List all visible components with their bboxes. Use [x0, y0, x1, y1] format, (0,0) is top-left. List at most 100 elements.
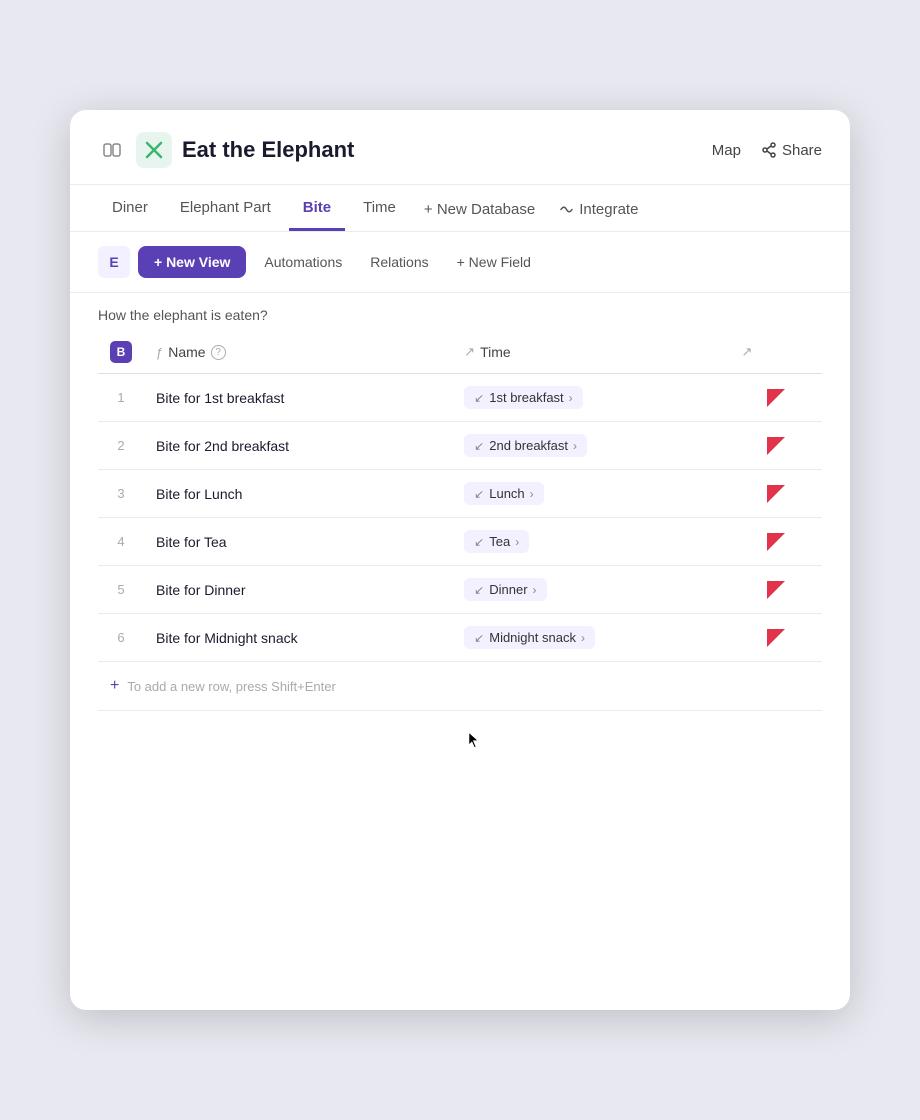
tab-bite[interactable]: Bite: [289, 185, 345, 231]
row-number: 1: [110, 390, 132, 405]
row-number: 2: [110, 438, 132, 453]
table-container: B ƒ Name ? ↗ Time: [70, 331, 850, 1010]
row-time-cell[interactable]: ↙ 1st breakfast ›: [452, 374, 729, 422]
time-tag[interactable]: ↙ 1st breakfast ›: [464, 386, 583, 409]
time-tag-label: Midnight snack: [489, 630, 576, 645]
add-row-plus-icon: +: [110, 677, 119, 695]
time-tag[interactable]: ↙ Midnight snack ›: [464, 626, 595, 649]
time-tag-label: 1st breakfast: [489, 390, 563, 405]
add-row-cell[interactable]: + To add a new row, press Shift+Enter: [98, 662, 822, 711]
row-num-cell: 2: [98, 422, 144, 470]
tab-new-database[interactable]: + New Database: [414, 187, 545, 230]
new-view-button[interactable]: + New View: [138, 246, 246, 278]
col-header-extra: ↗: [730, 331, 822, 374]
time-tag[interactable]: ↙ 2nd breakfast ›: [464, 434, 587, 457]
time-tag-label: 2nd breakfast: [489, 438, 568, 453]
table-row: 1 Bite for 1st breakfast ↙ 1st breakfast…: [98, 374, 822, 422]
header-right: Map Share: [712, 142, 822, 159]
time-tag-icon: ↙: [474, 439, 484, 453]
add-row[interactable]: + To add a new row, press Shift+Enter: [98, 662, 822, 711]
app-title: Eat the Elephant: [182, 137, 354, 163]
name-help-icon[interactable]: ?: [211, 345, 226, 360]
flag-icon: [767, 629, 785, 647]
time-tag[interactable]: ↙ Tea ›: [464, 530, 529, 553]
flag-icon: [767, 581, 785, 599]
row-number: 4: [110, 534, 132, 549]
name-col-icon: ƒ: [156, 345, 163, 360]
row-name-cell[interactable]: Bite for 1st breakfast: [144, 374, 452, 422]
map-button[interactable]: Map: [712, 142, 741, 159]
table-header-row: B ƒ Name ? ↗ Time: [98, 331, 822, 374]
row-name-cell[interactable]: Bite for 2nd breakfast: [144, 422, 452, 470]
row-num-cell: 4: [98, 518, 144, 566]
row-num-cell: 5: [98, 566, 144, 614]
add-row-hint: To add a new row, press Shift+Enter: [127, 679, 335, 694]
cursor-area: [98, 711, 822, 791]
col-header-b: B: [98, 331, 144, 374]
row-num-cell: 3: [98, 470, 144, 518]
row-flag-cell: [730, 518, 822, 566]
relations-button[interactable]: Relations: [360, 246, 438, 278]
new-field-button[interactable]: + New Field: [447, 246, 541, 278]
row-time-cell[interactable]: ↙ Lunch ›: [452, 470, 729, 518]
time-tag-icon: ↙: [474, 631, 484, 645]
row-name-cell[interactable]: Bite for Midnight snack: [144, 614, 452, 662]
time-tag-label: Tea: [489, 534, 510, 549]
tab-elephant-part[interactable]: Elephant Part: [166, 185, 285, 231]
app-window: Eat the Elephant Map Share Diner Elephan…: [70, 110, 850, 1010]
table-row: 4 Bite for Tea ↙ Tea ›: [98, 518, 822, 566]
row-flag-cell: [730, 422, 822, 470]
time-tag-arrow: ›: [581, 631, 585, 645]
time-tag-arrow: ›: [569, 391, 573, 405]
row-flag-cell: [730, 470, 822, 518]
tab-time[interactable]: Time: [349, 185, 410, 231]
table-description: How the elephant is eaten?: [70, 293, 850, 331]
extra-col-icon: ↗: [742, 344, 753, 360]
row-name-cell[interactable]: Bite for Tea: [144, 518, 452, 566]
toolbar: E + New View Automations Relations + New…: [70, 232, 850, 293]
time-tag[interactable]: ↙ Dinner ›: [464, 578, 546, 601]
col-header-time: ↗ Time: [452, 331, 729, 374]
row-time-cell[interactable]: ↙ Dinner ›: [452, 566, 729, 614]
time-tag-icon: ↙: [474, 535, 484, 549]
row-number: 3: [110, 486, 132, 501]
row-time-cell[interactable]: ↙ 2nd breakfast ›: [452, 422, 729, 470]
row-flag-cell: [730, 614, 822, 662]
row-name-cell[interactable]: Bite for Dinner: [144, 566, 452, 614]
row-num-cell: 1: [98, 374, 144, 422]
row-name-cell[interactable]: Bite for Lunch: [144, 470, 452, 518]
header: Eat the Elephant Map Share: [70, 110, 850, 185]
table-row: 2 Bite for 2nd breakfast ↙ 2nd breakfast…: [98, 422, 822, 470]
row-num-cell: 6: [98, 614, 144, 662]
row-number: 6: [110, 630, 132, 645]
row-flag-cell: [730, 566, 822, 614]
row-number: 5: [110, 582, 132, 597]
time-col-icon: ↗: [464, 344, 475, 360]
time-tag-arrow: ›: [515, 535, 519, 549]
mouse-cursor: [468, 731, 480, 749]
view-icon[interactable]: E: [98, 246, 130, 278]
flag-icon: [767, 485, 785, 503]
data-table: B ƒ Name ? ↗ Time: [98, 331, 822, 711]
time-tag-arrow: ›: [530, 487, 534, 501]
time-tag-label: Lunch: [489, 486, 524, 501]
flag-icon: [767, 437, 785, 455]
row-time-cell[interactable]: ↙ Midnight snack ›: [452, 614, 729, 662]
header-left: Eat the Elephant: [98, 132, 354, 168]
row-name-text: Bite for 2nd breakfast: [156, 438, 289, 454]
time-tag-icon: ↙: [474, 487, 484, 501]
time-tag-arrow: ›: [573, 439, 577, 453]
tab-diner[interactable]: Diner: [98, 185, 162, 231]
automations-button[interactable]: Automations: [254, 246, 352, 278]
tabs-bar: Diner Elephant Part Bite Time + New Data…: [70, 185, 850, 232]
row-name-text: Bite for Midnight snack: [156, 630, 298, 646]
time-tag-label: Dinner: [489, 582, 527, 597]
row-time-cell[interactable]: ↙ Tea ›: [452, 518, 729, 566]
row-name-text: Bite for Tea: [156, 534, 227, 550]
row-name-text: Bite for Dinner: [156, 582, 245, 598]
time-tag[interactable]: ↙ Lunch ›: [464, 482, 543, 505]
sidebar-toggle[interactable]: [98, 136, 126, 164]
tab-integrate[interactable]: Integrate: [549, 187, 648, 230]
share-button[interactable]: Share: [761, 142, 822, 159]
time-tag-icon: ↙: [474, 391, 484, 405]
